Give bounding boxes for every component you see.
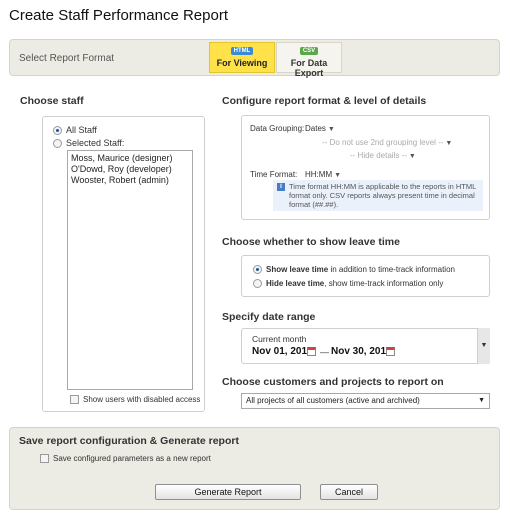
chevron-down-icon: ▼ [334,172,342,179]
grouping-label: Data Grouping: [250,124,305,133]
list-item[interactable]: Wooster, Robert (admin) [71,175,189,186]
chevron-down-icon: ▼ [327,126,335,133]
hide-leave-option[interactable]: Hide leave time, show time-track informa… [253,279,444,289]
checkbox-icon[interactable] [40,454,49,464]
list-item[interactable]: O'Dowd, Roy (developer) [71,164,189,175]
all-staff-label: All Staff [66,125,97,135]
html-icon: HTML [230,47,254,55]
choose-staff-heading: Choose staff [20,95,84,107]
info-icon: i [277,183,285,191]
show-leave-option[interactable]: Show leave time in addition to time-trac… [253,265,455,275]
disabled-users-option[interactable]: Show users with disabled access [70,395,201,405]
date-separator: — [320,347,329,357]
all-staff-option[interactable]: All Staff [53,125,97,136]
csv-icon: CSV [299,47,319,55]
save-params-option[interactable]: Save configured parameters as a new repo… [40,454,211,464]
date-heading: Specify date range [222,311,316,323]
second-level-value: -- Do not use 2nd grouping level -- [322,138,444,147]
cancel-button[interactable]: Cancel [320,484,378,500]
time-format-info: i Time format HH:MM is applicable to the… [273,180,483,211]
chevron-down-icon: ▼ [478,397,485,404]
report-format-bar: Select Report Format HTML For Viewing CS… [9,39,500,78]
format-label: Select Report Format [19,53,115,64]
chevron-down-icon: ▼ [408,153,416,160]
staff-listbox[interactable]: Moss, Maurice (designer) O'Dowd, Roy (de… [67,150,193,390]
time-format-select[interactable]: HH:MM ▼ [305,170,341,179]
format-option-label: For Data Export [290,58,328,78]
format-option-viewing[interactable]: HTML For Viewing [209,42,275,73]
info-text: Time format HH:MM is applicable to the r… [289,182,476,209]
checkbox-icon[interactable] [70,395,79,405]
show-leave-rest: in addition to time-track information [328,265,455,274]
customers-heading: Choose customers and projects to report … [222,376,444,388]
radio-icon[interactable] [253,265,262,275]
save-heading: Save report configuration & Generate rep… [19,435,239,447]
format-option-label: For Viewing [216,58,268,68]
selected-staff-option[interactable]: Selected Staff: [53,138,125,149]
hide-leave-bold: Hide leave time [266,279,325,288]
details-select[interactable]: -- Hide details -- ▼ [350,151,416,160]
leave-heading: Choose whether to show leave time [222,236,400,248]
generate-report-button[interactable]: Generate Report [155,484,301,500]
grouping-select[interactable]: Dates ▼ [305,124,335,133]
configure-heading: Configure report format & level of detai… [222,95,427,107]
disabled-users-label: Show users with disabled access [83,395,201,404]
leave-box [241,255,490,297]
page-title: Create Staff Performance Report [9,7,228,24]
calendar-icon[interactable] [386,347,395,356]
customers-select[interactable]: All projects of all customers (active an… [241,393,490,409]
radio-icon[interactable] [53,139,62,149]
second-level-select[interactable]: -- Do not use 2nd grouping level -- ▼ [322,138,452,147]
customers-value: All projects of all customers (active an… [246,396,420,405]
date-from[interactable]: Nov 01, 2011 [252,346,312,357]
hide-leave-rest: , show time-track information only [324,279,444,288]
show-leave-bold: Show leave time [266,265,329,274]
calendar-icon[interactable] [307,347,316,356]
time-format-label: Time Format: [250,170,298,179]
radio-icon[interactable] [253,279,262,289]
list-item[interactable]: Moss, Maurice (designer) [71,153,189,164]
date-preset-dropdown[interactable]: ▼ [477,328,490,364]
radio-icon[interactable] [53,126,62,136]
selected-staff-label: Selected Staff: [66,138,125,148]
chevron-down-icon: ▼ [445,140,453,147]
grouping-value: Dates [305,124,326,133]
details-value: -- Hide details -- [350,151,407,160]
date-to[interactable]: Nov 30, 2011 [331,346,391,357]
save-params-label: Save configured parameters as a new repo… [53,454,211,463]
date-preset: Current month [252,334,307,344]
chevron-down-icon: ▼ [480,342,488,349]
format-option-export[interactable]: CSV For Data Export [276,42,342,78]
time-format-value: HH:MM [305,170,333,179]
